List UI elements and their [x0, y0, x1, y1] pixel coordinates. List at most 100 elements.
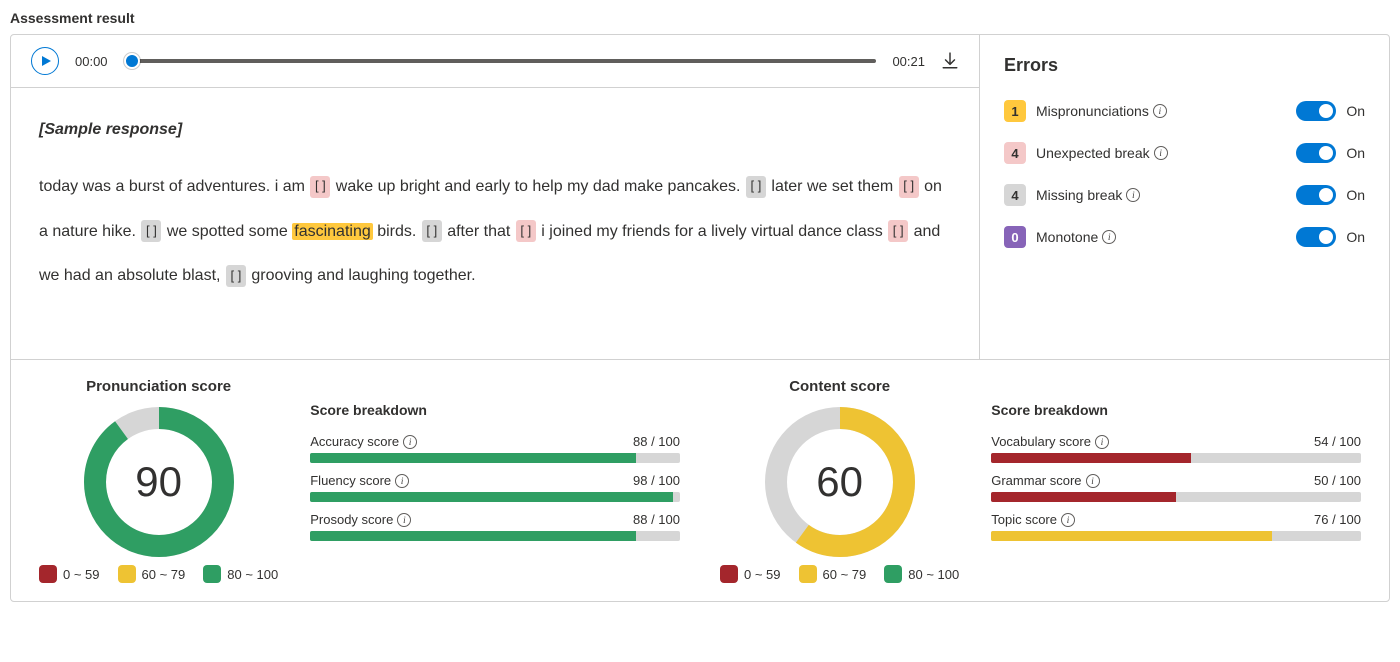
errors-panel: Errors 1 Mispronunciationsi On 4 Unexpected … [979, 35, 1389, 359]
error-label: Monotonei [1036, 229, 1116, 245]
score-bar-fill [310, 492, 672, 502]
time-current: 00:00 [75, 54, 108, 69]
error-row: 4Missing breaki On [1004, 184, 1365, 206]
info-icon[interactable]: i [1086, 474, 1100, 488]
score-main: Pronunciation score900 ~ 5960 ~ 7980 ~ 1… [39, 378, 680, 583]
error-label: Mispronunciationsi [1036, 103, 1167, 119]
unexpected-break-marker[interactable]: [ ] [310, 176, 330, 198]
breakdown-value: 50 / 100 [1314, 473, 1361, 488]
error-count-badge: 4 [1004, 142, 1026, 164]
unexpected-break-marker[interactable]: [ ] [899, 176, 919, 198]
info-icon[interactable]: i [1126, 188, 1140, 202]
missing-break-marker[interactable]: [ ] [422, 220, 442, 242]
breakdown-value: 54 / 100 [1314, 434, 1361, 449]
score-bar-fill [310, 453, 635, 463]
score-title: Content score [789, 378, 890, 395]
scores-row: Pronunciation score900 ~ 5960 ~ 7980 ~ 1… [11, 359, 1389, 601]
donut-side: Content score 60 0 ~ 59 60 ~ 79 80 ~ 100 [720, 378, 959, 583]
unexpected-break-marker[interactable]: [ ] [516, 220, 536, 242]
breakdown-value: 98 / 100 [633, 473, 680, 488]
info-icon[interactable]: i [1102, 230, 1116, 244]
score-legend: 0 ~ 59 60 ~ 79 80 ~ 100 [39, 565, 278, 583]
info-icon[interactable]: i [1154, 146, 1168, 160]
legend-label: 60 ~ 79 [142, 567, 186, 582]
content-block: Content score 60 0 ~ 59 60 ~ 79 80 ~ 100 Scor… [720, 378, 1361, 583]
toggle-wrap: On [1296, 101, 1365, 121]
breakdown-title: Score breakdown [991, 402, 1361, 418]
error-left: 4Missing breaki [1004, 184, 1140, 206]
error-left: 4 Unexpected breaki [1004, 142, 1168, 164]
breakdown-label: Vocabulary scorei [991, 434, 1109, 449]
legend-item: 60 ~ 79 [118, 565, 186, 583]
missing-break-marker[interactable]: [ ] [746, 176, 766, 198]
legend-swatch [884, 565, 902, 583]
info-icon[interactable]: i [395, 474, 409, 488]
legend-swatch [203, 565, 221, 583]
score-bar-fill [310, 531, 635, 541]
breakdown-label: Fluency scorei [310, 473, 409, 488]
audio-player: 00:00 00:21 [11, 35, 979, 88]
score-bar [310, 453, 680, 463]
missing-break-marker[interactable]: [ ] [141, 220, 161, 242]
score-bar-fill [991, 453, 1191, 463]
toggle-state: On [1346, 187, 1365, 203]
breakdown-row: Vocabulary scorei 54 / 100 [991, 434, 1361, 463]
transcript-area: [Sample response] today was a burst of a… [11, 88, 979, 359]
toggle-wrap: On [1296, 227, 1365, 247]
breakdown-head: Topic scorei76 / 100 [991, 512, 1361, 527]
error-toggle[interactable] [1296, 143, 1336, 163]
play-button[interactable] [31, 47, 59, 75]
breakdown-label: Accuracy scorei [310, 434, 417, 449]
toggle-knob [1319, 104, 1333, 118]
breakdown-row: Accuracy scorei88 / 100 [310, 434, 680, 463]
legend-label: 80 ~ 100 [227, 567, 278, 582]
download-icon[interactable] [941, 52, 959, 70]
error-count-badge: 1 [1004, 100, 1026, 122]
breakdown-head: Vocabulary scorei 54 / 100 [991, 434, 1361, 449]
donut-chart: 60 [765, 407, 915, 557]
legend-swatch [39, 565, 57, 583]
legend-swatch [118, 565, 136, 583]
score-legend: 0 ~ 59 60 ~ 79 80 ~ 100 [720, 565, 959, 583]
info-icon[interactable]: i [1061, 513, 1075, 527]
legend-item: 80 ~ 100 [203, 565, 278, 583]
legend-label: 80 ~ 100 [908, 567, 959, 582]
unexpected-break-marker[interactable]: [ ] [888, 220, 908, 242]
breakdown-head: Grammar scorei50 / 100 [991, 473, 1361, 488]
legend-label: 60 ~ 79 [823, 567, 867, 582]
score-breakdown: Score breakdown Vocabulary scorei 54 / 100… [991, 378, 1361, 583]
info-icon[interactable]: i [1095, 435, 1109, 449]
slider-thumb[interactable] [124, 53, 140, 69]
error-row: 0 Monotonei On [1004, 226, 1365, 248]
seek-slider[interactable] [124, 51, 877, 71]
error-toggle[interactable] [1296, 185, 1336, 205]
error-row: 1 Mispronunciationsi On [1004, 100, 1365, 122]
legend-item: 0 ~ 59 [720, 565, 781, 583]
errors-list: 1 Mispronunciationsi On 4 Unexpected breaki O… [1004, 100, 1365, 248]
breakdown-value: 76 / 100 [1314, 512, 1361, 527]
error-label: Unexpected breaki [1036, 145, 1168, 161]
page-title: Assessment result [10, 10, 1390, 26]
score-title: Pronunciation score [86, 378, 231, 395]
breakdown-head: Prosody scorei88 / 100 [310, 512, 680, 527]
toggle-state: On [1346, 103, 1365, 119]
toggle-knob [1319, 230, 1333, 244]
legend-item: 80 ~ 100 [884, 565, 959, 583]
error-toggle[interactable] [1296, 227, 1336, 247]
info-icon[interactable]: i [403, 435, 417, 449]
error-count-badge: 0 [1004, 226, 1026, 248]
donut-side: Pronunciation score900 ~ 5960 ~ 7980 ~ 1… [39, 378, 278, 583]
info-icon[interactable]: i [1153, 104, 1167, 118]
errors-title: Errors [1004, 55, 1365, 76]
info-icon[interactable]: i [397, 513, 411, 527]
score-bar-fill [991, 531, 1272, 541]
mispronunciation-highlight[interactable]: fascinating [292, 223, 373, 240]
score-bar [991, 453, 1361, 463]
legend-item: 0 ~ 59 [39, 565, 100, 583]
missing-break-marker[interactable]: [ ] [226, 265, 246, 287]
transcript-body: today was a burst of adventures. i am [ … [39, 165, 951, 299]
time-total: 00:21 [892, 54, 925, 69]
error-toggle[interactable] [1296, 101, 1336, 121]
breakdown-label: Prosody scorei [310, 512, 411, 527]
score-bar [310, 531, 680, 541]
